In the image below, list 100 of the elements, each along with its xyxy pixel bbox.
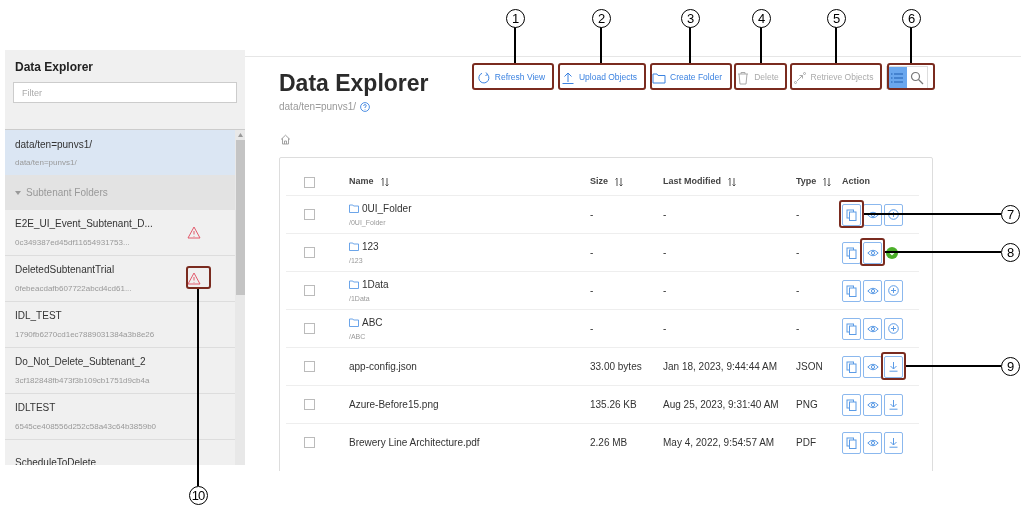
size-cell-text: 2.26 MB bbox=[590, 436, 629, 450]
column-header[interactable]: Size bbox=[590, 175, 608, 189]
folder-path: data/ten=punvs1/ bbox=[15, 156, 78, 169]
type-cell-text: - bbox=[796, 246, 801, 260]
folder-icon bbox=[349, 317, 359, 327]
subtenant-name: DeletedSubtenantTrial bbox=[15, 263, 116, 277]
download-icon bbox=[888, 361, 899, 372]
copy-icon bbox=[846, 360, 857, 373]
eye-icon bbox=[866, 248, 879, 257]
folder-name[interactable]: 123 bbox=[362, 238, 379, 254]
modified-cell-text: - bbox=[663, 284, 668, 298]
eye-icon bbox=[866, 400, 879, 409]
plus-circle-icon bbox=[888, 323, 899, 334]
copy-icon bbox=[846, 322, 857, 335]
sort-icon[interactable] bbox=[727, 177, 737, 187]
caret-icon bbox=[15, 189, 21, 196]
subtenant-name: Do_Not_Delete_Subtenant_2 bbox=[15, 355, 147, 369]
list-icon bbox=[890, 71, 904, 84]
leader-line bbox=[689, 27, 691, 63]
highlight-frame bbox=[734, 63, 787, 90]
folder-icon bbox=[349, 203, 359, 213]
download-button[interactable] bbox=[884, 431, 903, 454]
highlight-frame bbox=[839, 200, 864, 228]
copy-icon bbox=[846, 284, 857, 297]
subtenant-id: 0febeacdafb607722abcd4cd61... bbox=[15, 283, 133, 295]
subtenant-id: 3cf182848fb473f3b109cb1751d9cb4a bbox=[15, 375, 151, 387]
help-icon[interactable] bbox=[360, 101, 370, 112]
page-title: Data Explorer bbox=[279, 69, 430, 97]
size-cell-text: - bbox=[590, 322, 595, 336]
subtenant-id: 0c349387ed45df11654931753... bbox=[15, 237, 131, 249]
highlight-frame bbox=[887, 63, 935, 90]
modified-cell-text: - bbox=[663, 208, 668, 222]
callout-number: 8 bbox=[1000, 242, 1020, 262]
file-name[interactable]: Azure-Before15.png bbox=[349, 397, 439, 412]
scroll-up-icon[interactable] bbox=[237, 133, 243, 137]
subtenant-name: IDLTEST bbox=[15, 401, 57, 415]
size-cell-text: - bbox=[590, 208, 595, 222]
folder-list-item[interactable]: data/ten=punvs1/ data/ten=punvs1/ bbox=[5, 130, 235, 175]
select-all-checkbox[interactable] bbox=[304, 176, 315, 188]
callout-number: 7 bbox=[1000, 204, 1020, 224]
callout-number: 5 bbox=[826, 8, 846, 28]
toolbar-button[interactable]: Create Folder bbox=[646, 66, 728, 89]
sort-icon[interactable] bbox=[379, 177, 390, 187]
add-button[interactable] bbox=[884, 203, 903, 226]
size-cell-text: - bbox=[590, 246, 595, 260]
scrollbar[interactable] bbox=[235, 130, 245, 465]
download-icon bbox=[888, 399, 899, 410]
callout-number: 3 bbox=[680, 8, 700, 28]
download-icon bbox=[888, 437, 899, 448]
toolbar-button[interactable]: Refresh View bbox=[470, 66, 552, 89]
sort-icon[interactable] bbox=[614, 177, 624, 187]
file-name[interactable]: Brewery Line Architecture.pdf bbox=[349, 435, 480, 450]
view-toggle-button[interactable] bbox=[887, 67, 907, 88]
home-icon[interactable] bbox=[280, 134, 291, 145]
eye-icon bbox=[866, 438, 879, 447]
file-name[interactable]: app-config.json bbox=[349, 359, 417, 374]
eye-icon bbox=[866, 362, 879, 371]
upload-icon bbox=[560, 70, 575, 85]
column-header[interactable]: Name bbox=[349, 175, 374, 189]
row-checkbox[interactable] bbox=[304, 323, 315, 334]
refresh-icon bbox=[476, 70, 491, 85]
row-checkbox[interactable] bbox=[304, 361, 315, 372]
callout-number: 2 bbox=[591, 8, 611, 28]
folder-icon bbox=[349, 241, 359, 251]
trash-icon bbox=[736, 70, 751, 85]
type-cell-text: JSON bbox=[796, 360, 824, 374]
subtenant-id: 1790fb6270cd1ec7889031384a3b8e26 bbox=[15, 329, 156, 341]
modified-cell-text: Jan 18, 2023, 9:44:44 AM bbox=[663, 360, 778, 374]
row-checkbox[interactable] bbox=[304, 209, 315, 220]
search-icon bbox=[910, 70, 924, 85]
arrow-icon bbox=[792, 70, 807, 85]
sort-icon[interactable] bbox=[822, 177, 833, 187]
row-checkbox[interactable] bbox=[304, 285, 315, 296]
scrollbar-thumb[interactable] bbox=[235, 140, 245, 295]
download-button[interactable] bbox=[884, 393, 903, 416]
row-checkbox[interactable] bbox=[304, 399, 315, 410]
folder-name[interactable]: 1Data bbox=[362, 276, 389, 292]
row-checkbox[interactable] bbox=[304, 247, 315, 258]
folder-name[interactable]: ABC bbox=[362, 314, 383, 330]
folder-name[interactable]: 0UI_Folder bbox=[362, 200, 412, 216]
modified-cell-text: - bbox=[663, 322, 668, 336]
filter-field[interactable]: Filter bbox=[13, 82, 237, 103]
callout-number: 9 bbox=[1000, 356, 1020, 376]
leader-line bbox=[835, 27, 837, 63]
leader-line bbox=[760, 27, 762, 63]
size-cell-text: 33.00 bytes bbox=[590, 360, 643, 374]
column-header[interactable]: Last Modified bbox=[663, 175, 721, 189]
column-header[interactable]: Type bbox=[796, 175, 817, 189]
copy-icon bbox=[846, 398, 857, 411]
row-checkbox[interactable] bbox=[304, 437, 315, 448]
callout-number: 4 bbox=[751, 8, 771, 28]
plus-circle-icon bbox=[888, 285, 899, 296]
modified-cell-text: - bbox=[663, 246, 668, 260]
toolbar-button[interactable]: Upload Objects bbox=[555, 66, 643, 89]
copy-icon bbox=[846, 246, 857, 259]
size-cell-text: 135.26 KB bbox=[590, 398, 638, 412]
eye-icon bbox=[866, 286, 879, 295]
type-cell-text: PNG bbox=[796, 398, 819, 412]
size-cell-text: - bbox=[590, 284, 595, 298]
leader-line bbox=[910, 27, 912, 63]
